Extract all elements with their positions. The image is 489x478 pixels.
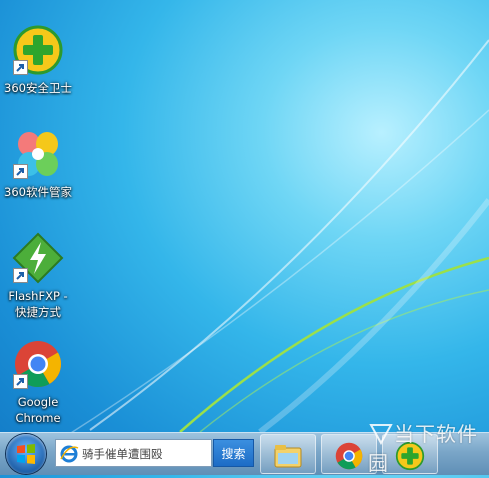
search-input[interactable]: 骑手催单遭围殴 — [55, 439, 212, 467]
shortcut-arrow-icon — [13, 374, 28, 389]
watermark: 当下软件园 — [368, 418, 489, 476]
search-button[interactable]: 搜索 — [213, 439, 254, 467]
folder-icon — [274, 445, 302, 468]
search-placeholder: 骑手催单遭围殴 — [82, 447, 163, 461]
windows-logo-icon — [17, 444, 35, 464]
start-button[interactable] — [6, 434, 46, 474]
ie-icon — [60, 445, 79, 463]
chrome-icon — [335, 442, 363, 470]
desktop-icon-label: 360软件管家 — [4, 185, 72, 199]
shortcut-arrow-icon — [13, 60, 28, 75]
desktop-icon-360-software-manager[interactable]: 360软件管家 — [0, 128, 76, 200]
desktop-icon-flashfxp[interactable]: FlashFXP - 快捷方式 — [0, 232, 76, 320]
desktop-icon-google-chrome[interactable]: Google Chrome — [0, 338, 76, 426]
desktop-icon-label: 360安全卫士 — [4, 81, 72, 95]
shortcut-arrow-icon — [13, 268, 28, 283]
watermark-logo-icon — [369, 424, 393, 445]
desktop-icon-360-safe[interactable]: 360安全卫士 — [0, 24, 76, 96]
desktop-icon-label: FlashFXP - 快捷方式 — [8, 289, 68, 319]
taskbar-app-file-explorer[interactable] — [260, 434, 316, 474]
desktop-icon-label: Google Chrome — [15, 395, 61, 425]
shortcut-arrow-icon — [13, 164, 28, 179]
